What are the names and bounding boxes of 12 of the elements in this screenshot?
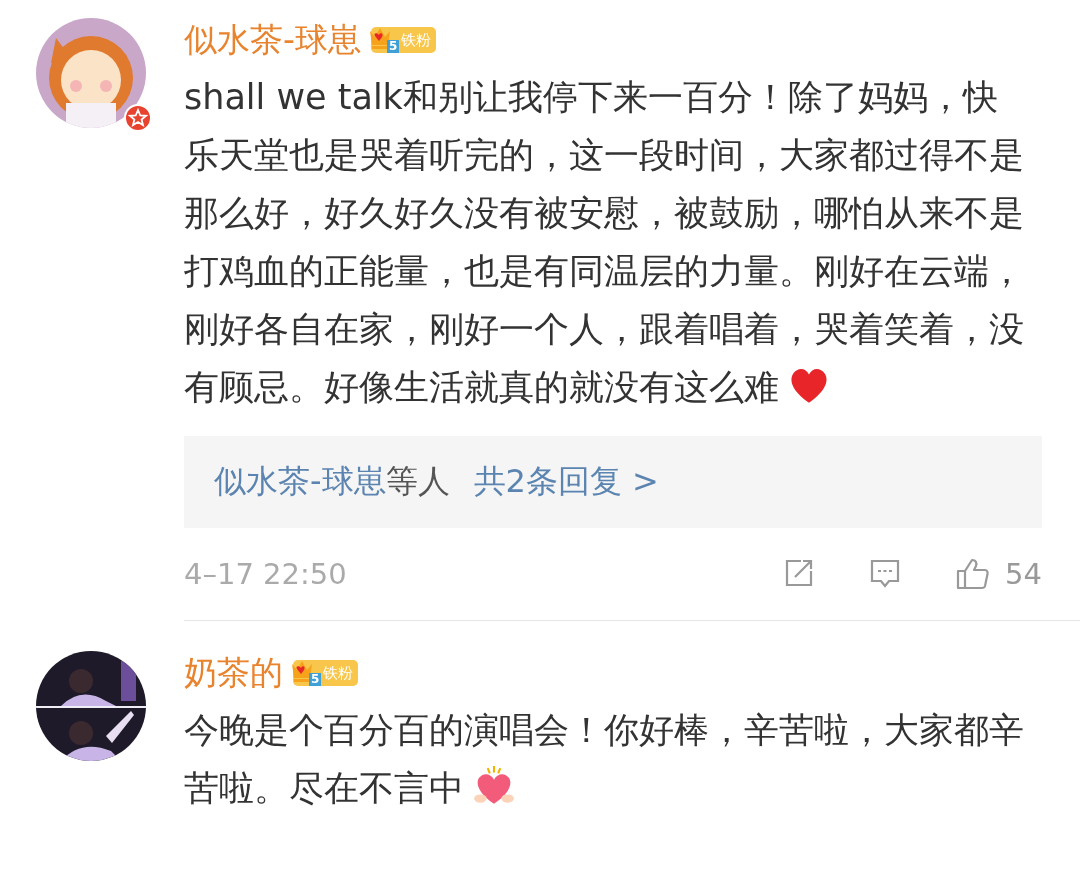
username[interactable]: 似水茶-球崽 — [184, 17, 361, 63]
comment-text: shall we talk和别让我停下来一百分！除了妈妈，快乐天堂也是哭着听完的，这一段时间，大家都过得不是那么好，好久好久没有被安慰，被鼓励，哪怕从来不是打鸡血的正能量，也是有同温层的力量。刚好在云端，刚好各自在家，刚好一个人，跟着唱着，哭着笑着，没有顾忌。好像生活就真的就没有这么难 — [184, 76, 1024, 409]
reply-users-suffix: 等人 — [385, 461, 450, 502]
comment-text: 今晚是个百分百的演唱会！你好棒，辛苦啦，大家都辛苦啦。尽在不言中 — [184, 709, 1024, 810]
comment-time: 4–17 22:50 — [184, 557, 347, 591]
reply-count-link[interactable]: 共2条回复 > — [473, 460, 659, 504]
username[interactable]: 奶茶的 — [184, 650, 283, 696]
fan-badge: 5 铁粉 — [370, 27, 436, 53]
thumbs-up-icon[interactable] — [955, 557, 992, 591]
fan-badge: 5 铁粉 — [293, 660, 358, 686]
like-count: 54 — [1005, 557, 1042, 591]
reply-users-link[interactable]: 似水茶-球崽 — [214, 460, 386, 504]
